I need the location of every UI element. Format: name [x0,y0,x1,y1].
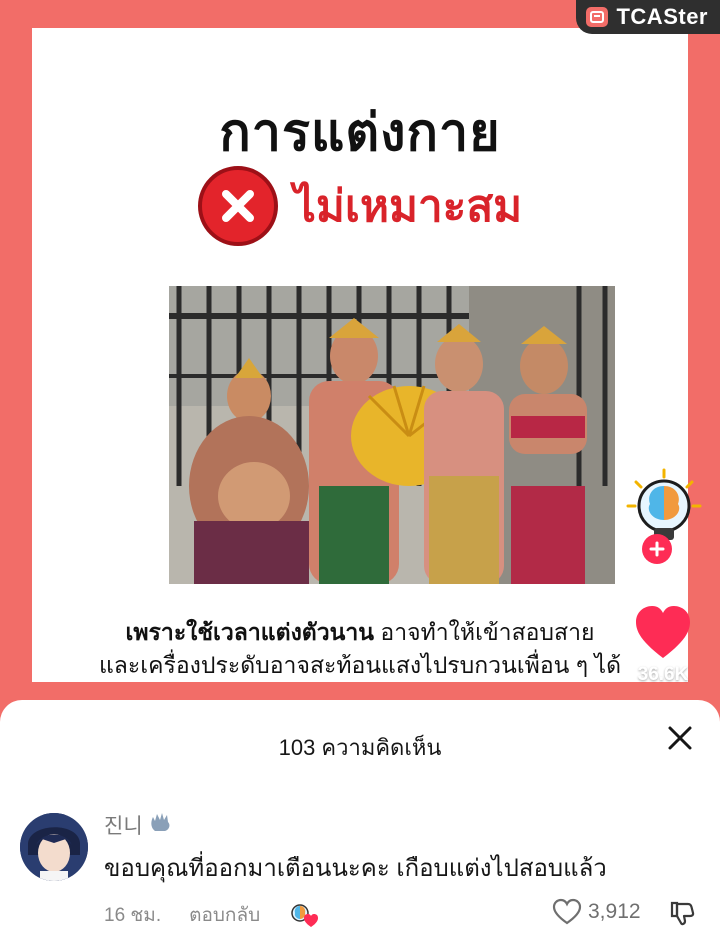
comment-like-count: 3,912 [588,900,641,923]
caption-bold: เพราะใช้เวลาแต่งตัวนาน [125,619,375,645]
post-photo [169,286,615,584]
reply-button[interactable]: ตอบกลับ [189,900,260,930]
comment-text: ขอบคุณที่ออกมาเตือนนะคะ เกือบแต่งไปสอบแล… [104,855,607,882]
verdict-label: ไม่เหมาะสม [293,182,523,231]
video-frame[interactable]: การแต่งกาย ไม่เหมาะสม เพราะใช้เวลาแต่งตั… [0,0,720,700]
creator-reaction-icon [288,902,320,928]
waving-hand-icon [147,811,173,839]
caption-line-2: และเครื่องประดับอาจสะท้อนแสงไปรบกวนเพื่อ… [98,652,622,678]
post-caption: เพราะใช้เวลาแต่งตัวนาน อาจทำให้เข้าสอบสา… [32,616,688,682]
post-card: การแต่งกาย ไม่เหมาะสม เพราะใช้เวลาแต่งตั… [32,28,688,682]
comment-meta: 16 ชม. ตอบกลับ [104,900,320,930]
caption-rest: อาจทำให้เข้าสอบสาย [374,619,595,645]
avatar[interactable] [20,813,88,881]
tcaster-logo-icon [586,7,609,27]
verdict-row: ไม่เหมาะสม [32,166,688,246]
heart-outline-icon [552,898,582,925]
tcaster-watermark: TCASter [576,0,720,34]
post-headline: การแต่งกาย [219,104,501,162]
dislike-icon[interactable] [668,899,696,927]
comments-sheet: 103 ความคิดเห็น 진니 ขอบคุณที่ออกมาเตือนนะ… [0,700,720,951]
username-text: 진니 [104,815,143,838]
like-count: 36.6K [637,664,689,685]
creator-avatar-button[interactable] [626,468,702,564]
like-button[interactable] [632,602,694,664]
comment-time: 16 ชม. [104,905,162,926]
heart-icon [636,606,690,658]
caption-line-1: เพราะใช้เวลาแต่งตัวนาน อาจทำให้เข้าสอบสา… [32,616,688,649]
x-cross-icon [197,166,278,246]
plus-icon[interactable] [642,534,672,564]
comment-username[interactable]: 진니 [104,810,173,840]
comments-count-title: 103 ความคิดเห็น [278,735,442,760]
watermark-brand: TCASter [616,4,708,29]
close-icon[interactable] [664,722,696,754]
comment-like-button[interactable]: 3,912 [552,898,641,926]
